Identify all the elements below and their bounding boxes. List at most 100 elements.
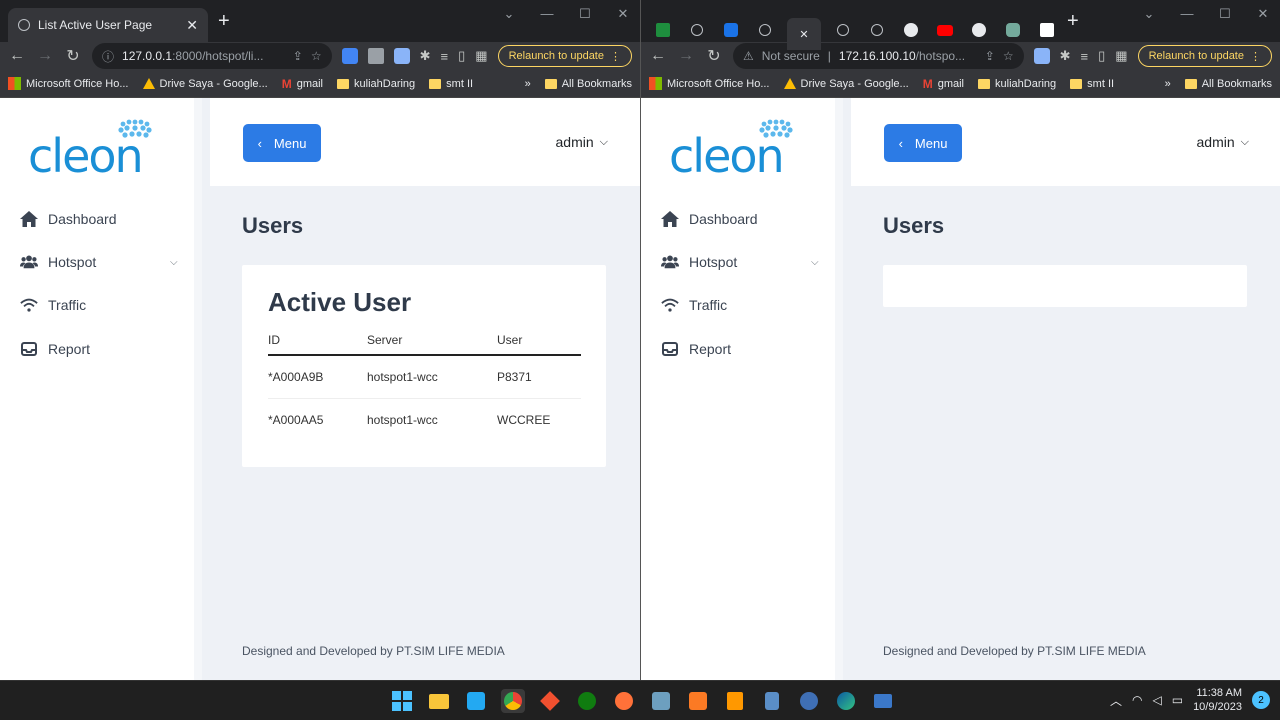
- close-tab-icon[interactable]: ✕: [799, 28, 808, 41]
- address-bar[interactable]: ⓘ 127.0.0.1:8000/hotspot/li... ⇪ ☆: [92, 43, 332, 69]
- xbox-icon[interactable]: [575, 689, 599, 713]
- docs-extension-icon[interactable]: [393, 48, 410, 64]
- back-icon[interactable]: ←: [8, 47, 26, 65]
- tab-github[interactable]: [967, 19, 991, 41]
- reading-list-icon[interactable]: ≡: [441, 49, 449, 64]
- relaunch-button[interactable]: Relaunch to update ⋮: [1137, 45, 1272, 67]
- chevron-down-icon[interactable]: ⌵: [811, 257, 819, 268]
- info-icon[interactable]: ⓘ: [102, 48, 114, 65]
- database-icon[interactable]: [760, 689, 784, 713]
- file-explorer-icon[interactable]: [427, 689, 451, 713]
- tab-github[interactable]: [899, 19, 923, 41]
- minimize-button[interactable]: —: [540, 6, 554, 22]
- tab-youtube[interactable]: [933, 19, 957, 41]
- bookmark-smt[interactable]: smt II: [1070, 78, 1114, 90]
- vscode-icon[interactable]: [464, 689, 488, 713]
- profile-icon[interactable]: ▦: [1115, 48, 1127, 64]
- profile-icon[interactable]: ▦: [475, 48, 487, 64]
- all-bookmarks[interactable]: All Bookmarks: [544, 78, 632, 90]
- xampp-icon[interactable]: [686, 689, 710, 713]
- more-icon[interactable]: ⋮: [610, 50, 621, 63]
- sublime-icon[interactable]: [723, 689, 747, 713]
- bookmark-drive[interactable]: Drive Saya - Google...: [783, 78, 909, 90]
- reading-list-icon[interactable]: ≡: [1081, 49, 1089, 64]
- reload-icon[interactable]: ↻: [64, 46, 82, 66]
- relaunch-button[interactable]: Relaunch to update ⋮: [497, 45, 632, 67]
- close-window-button[interactable]: ✕: [1256, 6, 1270, 22]
- bookmark-smt[interactable]: smt II: [429, 78, 473, 90]
- all-bookmarks[interactable]: All Bookmarks: [1184, 78, 1272, 90]
- chevron-down-icon[interactable]: ⌄: [1142, 6, 1156, 22]
- sidepanel-icon[interactable]: ▯: [458, 48, 465, 64]
- sidebar-item-traffic[interactable]: Traffic: [661, 296, 727, 314]
- puzzle-icon[interactable]: ✱: [1060, 48, 1071, 64]
- menu-button[interactable]: ‹ Menu: [884, 124, 962, 162]
- sidebar-item-report[interactable]: Report: [20, 340, 90, 358]
- bookmark-gmail[interactable]: Mgmail: [282, 77, 323, 91]
- sidebar-item-dashboard[interactable]: Dashboard: [661, 210, 758, 228]
- tab-app[interactable]: [719, 19, 743, 41]
- bookmark-kuliahdaring[interactable]: kuliahDaring: [337, 78, 415, 90]
- sidebar-item-hotspot[interactable]: Hotspot ⌵: [661, 253, 831, 271]
- windows-start-icon[interactable]: [390, 689, 414, 713]
- maximize-button[interactable]: ☐: [578, 6, 592, 22]
- sidebar-item-hotspot[interactable]: Hotspot ⌵: [20, 253, 190, 271]
- chevron-up-icon[interactable]: ︿: [1110, 692, 1122, 709]
- docs-extension-icon[interactable]: [1033, 48, 1050, 64]
- new-tab-button[interactable]: +: [1067, 10, 1079, 32]
- notification-badge[interactable]: 2: [1252, 691, 1270, 709]
- close-window-button[interactable]: ✕: [616, 6, 630, 22]
- bookmarks-overflow[interactable]: »: [525, 78, 531, 90]
- menu-button[interactable]: ‹ Menu: [243, 124, 321, 162]
- share-icon[interactable]: ⇪: [985, 49, 995, 63]
- star-icon[interactable]: ☆: [1003, 49, 1014, 63]
- clock[interactable]: 11:38 AM 10/9/2023: [1193, 686, 1242, 714]
- bookmark-drive[interactable]: Drive Saya - Google...: [142, 78, 268, 90]
- user-menu[interactable]: admin ⌵: [1197, 134, 1249, 150]
- forward-icon[interactable]: →: [36, 47, 54, 65]
- vue-extension-icon[interactable]: [367, 48, 384, 64]
- sidebar-item-report[interactable]: Report: [661, 340, 731, 358]
- more-icon[interactable]: ⋮: [1250, 50, 1261, 63]
- maximize-button[interactable]: ☐: [1218, 6, 1232, 22]
- bookmark-microsoft[interactable]: Microsoft Office Ho...: [649, 77, 770, 90]
- firefox-icon[interactable]: [612, 689, 636, 713]
- bookmarks-overflow[interactable]: »: [1165, 78, 1171, 90]
- bookmark-kuliahdaring[interactable]: kuliahDaring: [978, 78, 1056, 90]
- new-tab-button[interactable]: +: [218, 10, 230, 32]
- share-icon[interactable]: ⇪: [293, 49, 303, 63]
- puzzle-icon[interactable]: ✱: [420, 48, 431, 64]
- user-menu[interactable]: admin ⌵: [556, 134, 608, 150]
- git-icon[interactable]: [538, 689, 562, 713]
- wifi-icon[interactable]: ◠: [1132, 693, 1142, 707]
- chevron-down-icon: ⌵: [1240, 135, 1249, 148]
- star-icon[interactable]: ☆: [311, 49, 322, 63]
- sidebar-item-dashboard[interactable]: Dashboard: [20, 210, 117, 228]
- sidebar-item-traffic[interactable]: Traffic: [20, 296, 86, 314]
- tab-active[interactable]: ✕: [787, 18, 821, 50]
- tab-globe[interactable]: [685, 19, 709, 41]
- tab-globe[interactable]: [865, 19, 889, 41]
- translate-extension-icon[interactable]: [341, 48, 358, 64]
- app-icon[interactable]: [649, 689, 673, 713]
- postman-icon[interactable]: [797, 689, 821, 713]
- tab-chatgpt[interactable]: [1001, 19, 1025, 41]
- minimize-button[interactable]: —: [1180, 6, 1194, 22]
- tab-globe[interactable]: [753, 19, 777, 41]
- tab-page[interactable]: [1035, 19, 1059, 41]
- network-app-icon[interactable]: [871, 689, 895, 713]
- warning-icon[interactable]: ⚠: [743, 49, 754, 63]
- tab-active[interactable]: List Active User Page ✕: [8, 8, 208, 42]
- sidepanel-icon[interactable]: ▯: [1098, 48, 1105, 64]
- tab-globe[interactable]: [831, 19, 855, 41]
- close-tab-icon[interactable]: ✕: [186, 17, 198, 34]
- chevron-down-icon[interactable]: ⌄: [502, 6, 516, 22]
- chevron-down-icon[interactable]: ⌵: [170, 257, 178, 268]
- edge-icon[interactable]: [834, 689, 858, 713]
- bookmark-microsoft[interactable]: Microsoft Office Ho...: [8, 77, 129, 90]
- chrome-icon[interactable]: [501, 689, 525, 713]
- bookmark-gmail[interactable]: Mgmail: [923, 77, 964, 91]
- tab-sheets[interactable]: [651, 19, 675, 41]
- volume-icon[interactable]: ◁: [1152, 693, 1161, 707]
- battery-icon[interactable]: ▭: [1172, 693, 1183, 707]
